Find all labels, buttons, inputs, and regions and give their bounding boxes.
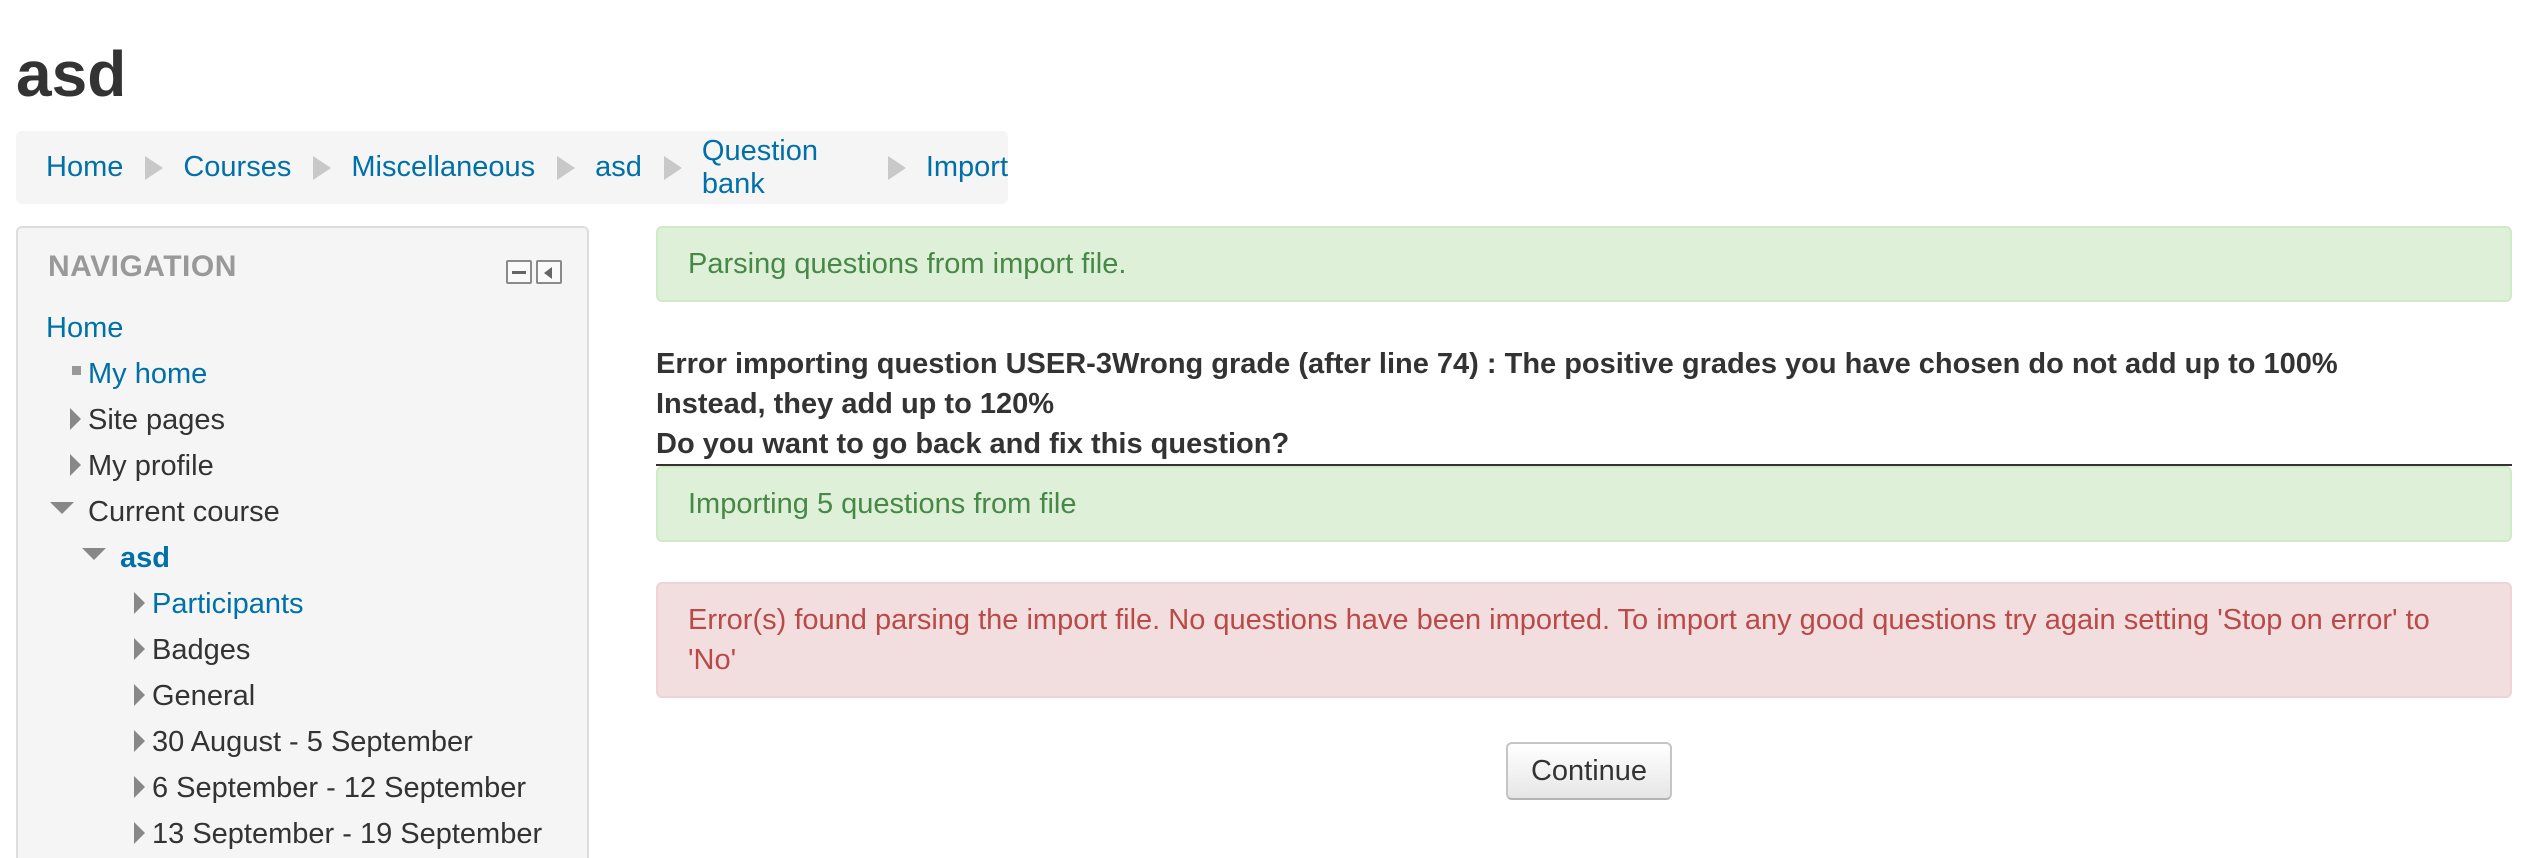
expand-arrow-icon[interactable] <box>134 822 145 844</box>
nav-item-week-1[interactable]: 30 August - 5 September <box>134 724 473 760</box>
nav-item-participants[interactable]: Participants <box>134 586 304 622</box>
breadcrumb-separator-icon <box>145 155 164 180</box>
breadcrumb-home[interactable]: Home <box>46 151 123 184</box>
nav-item-label: 30 August - 5 September <box>152 726 473 758</box>
page-title: asd <box>16 38 127 110</box>
collapse-arrow-icon[interactable] <box>82 548 106 560</box>
expand-arrow-icon[interactable] <box>70 454 81 476</box>
dock-block-icon[interactable] <box>506 260 532 284</box>
breadcrumb-courses[interactable]: Courses <box>183 151 291 184</box>
breadcrumb: Home Courses Miscellaneous asd Question … <box>16 131 1008 204</box>
nav-item-course-asd[interactable]: asd <box>82 540 170 576</box>
bullet-icon <box>72 366 81 375</box>
nav-item-home[interactable]: Home <box>46 310 123 346</box>
navigation-block: NAVIGATION Home My home Site pages My pr… <box>16 226 589 858</box>
nav-item-current-course[interactable]: Current course <box>50 494 280 530</box>
expand-arrow-icon[interactable] <box>70 408 81 430</box>
expand-arrow-icon[interactable] <box>134 592 145 614</box>
nav-item-label: Site pages <box>88 404 226 436</box>
nav-item-label[interactable]: My home <box>88 358 207 390</box>
error-alert: Error(s) found parsing the import file. … <box>656 582 2512 698</box>
collapse-arrow-icon[interactable] <box>50 502 74 514</box>
import-error-message: Error importing question USER-3Wrong gra… <box>656 344 2512 464</box>
breadcrumb-separator-icon <box>663 155 682 180</box>
parsing-notice: Parsing questions from import file. <box>656 226 2512 302</box>
expand-arrow-icon[interactable] <box>134 730 145 752</box>
nav-item-label: Current course <box>88 496 280 528</box>
breadcrumb-question-bank[interactable]: Question bank <box>702 135 866 201</box>
nav-item-label: 13 September - 19 September <box>152 818 543 850</box>
hide-block-icon[interactable] <box>536 260 562 284</box>
nav-item-label: 6 September - 12 September <box>152 772 526 804</box>
nav-item-week-2[interactable]: 6 September - 12 September <box>134 770 526 806</box>
nav-item-label[interactable]: Home <box>46 312 123 344</box>
error-line: Instead, they add up to 120% <box>656 388 1055 420</box>
nav-item-general[interactable]: General <box>134 678 256 714</box>
breadcrumb-course[interactable]: asd <box>595 151 642 184</box>
nav-item-my-profile[interactable]: My profile <box>70 448 214 484</box>
nav-item-label: General <box>152 680 256 712</box>
breadcrumb-separator-icon <box>557 155 576 180</box>
nav-item-label: My profile <box>88 450 214 482</box>
nav-item-label: Badges <box>152 634 251 666</box>
breadcrumb-import[interactable]: Import <box>926 151 1008 184</box>
breadcrumb-separator-icon <box>887 155 906 180</box>
error-line: Do you want to go back and fix this ques… <box>656 428 1290 460</box>
expand-arrow-icon[interactable] <box>134 638 145 660</box>
importing-notice: Importing 5 questions from file <box>656 466 2512 542</box>
breadcrumb-miscellaneous[interactable]: Miscellaneous <box>351 151 535 184</box>
nav-item-site-pages[interactable]: Site pages <box>70 402 226 438</box>
nav-item-badges[interactable]: Badges <box>134 632 251 668</box>
nav-item-label[interactable]: asd <box>120 542 170 574</box>
navigation-header: NAVIGATION <box>48 250 237 283</box>
nav-item-week-3[interactable]: 13 September - 19 September <box>134 816 543 852</box>
error-line: Error importing question USER-3Wrong gra… <box>656 348 2338 380</box>
continue-button[interactable]: Continue <box>1506 742 1672 800</box>
breadcrumb-separator-icon <box>313 155 332 180</box>
expand-arrow-icon[interactable] <box>134 776 145 798</box>
nav-item-my-home[interactable]: My home <box>72 356 207 392</box>
nav-item-label[interactable]: Participants <box>152 588 304 620</box>
expand-arrow-icon[interactable] <box>134 684 145 706</box>
